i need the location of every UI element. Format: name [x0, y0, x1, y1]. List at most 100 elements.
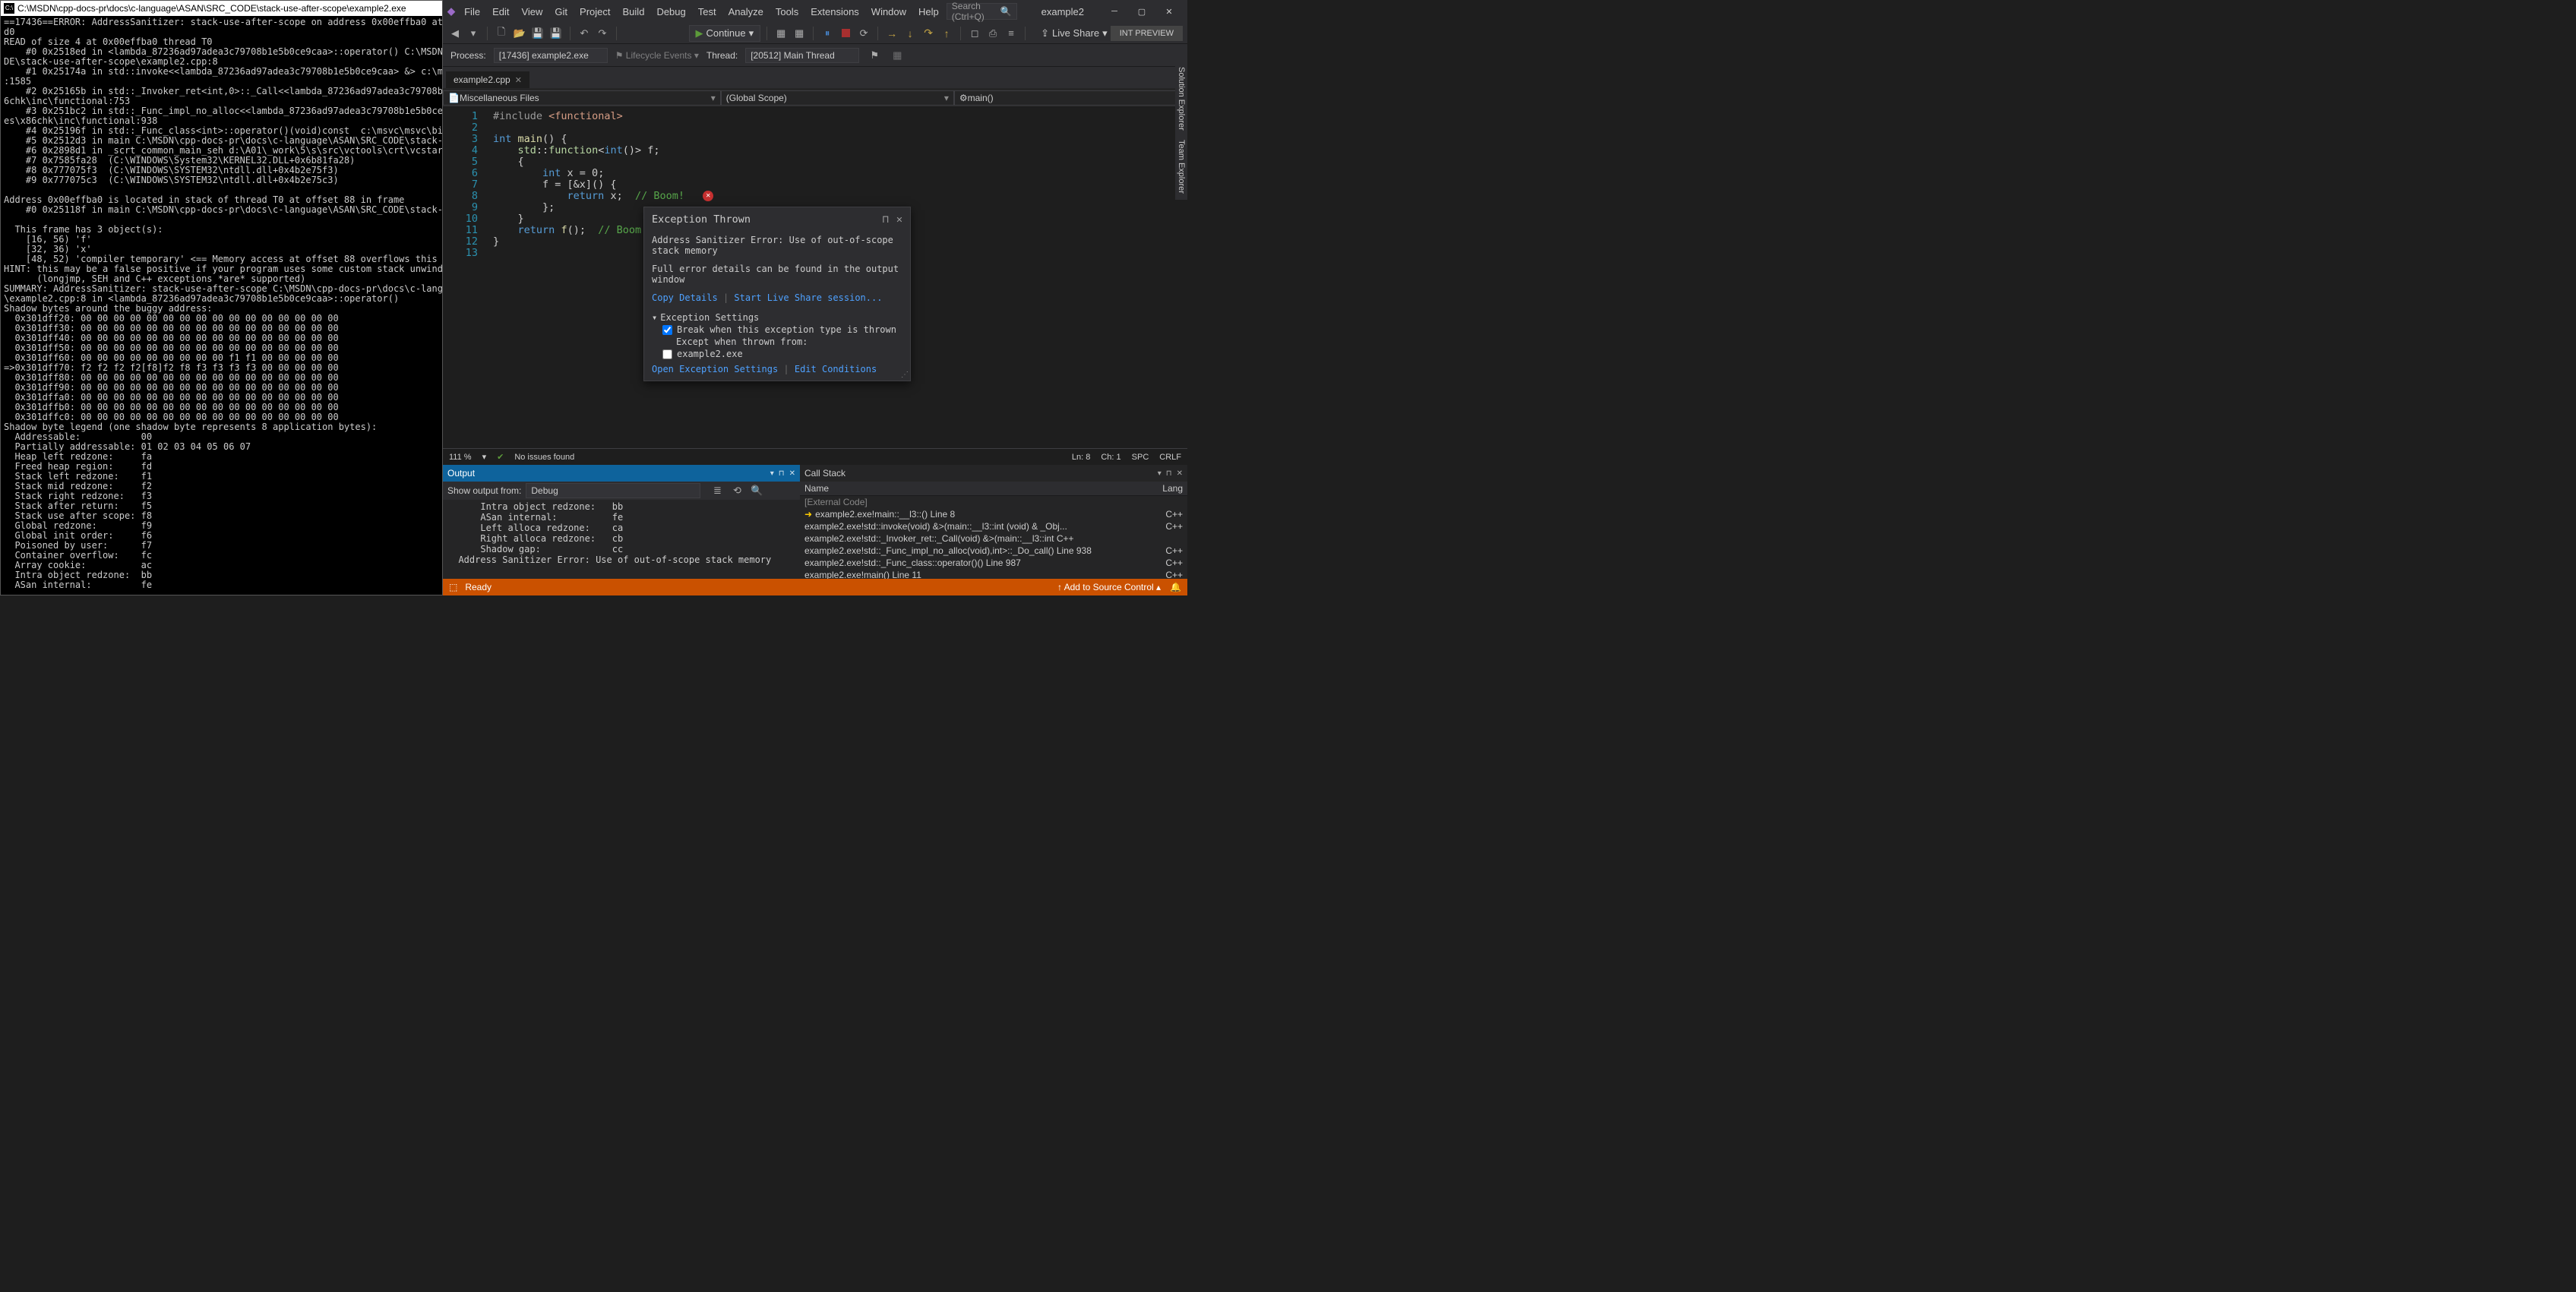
close-icon[interactable]: ✕	[515, 75, 522, 85]
start-live-share-link[interactable]: Start Live Share session...	[734, 292, 882, 303]
error-glyph-icon[interactable]: ✕	[703, 191, 713, 201]
menu-window[interactable]: Window	[865, 3, 912, 21]
callstack-row[interactable]: example2.exe!main() Line 11C++	[800, 569, 1187, 579]
tab-team-explorer[interactable]: Team Explorer	[1177, 140, 1186, 194]
toggle-wrap-icon[interactable]: ⟲	[729, 483, 744, 498]
callstack-row[interactable]: [External Code]	[800, 496, 1187, 508]
step-over-button[interactable]: ↷	[921, 26, 936, 41]
menu-analyze[interactable]: Analyze	[722, 3, 770, 21]
open-button[interactable]: 📂	[512, 26, 527, 41]
close-icon[interactable]: ✕	[1177, 469, 1183, 478]
menu-project[interactable]: Project	[574, 3, 616, 21]
redo-button[interactable]: ↷	[595, 26, 610, 41]
exception-settings-header[interactable]: ▾ Exception Settings	[652, 312, 902, 323]
save-button[interactable]: 💾	[530, 26, 545, 41]
vs-titlebar[interactable]: ◆ File Edit View Git Project Build Debug…	[443, 0, 1187, 23]
source-control-button[interactable]: ↑ Add to Source Control ▴	[1057, 582, 1161, 592]
undo-button[interactable]: ↶	[577, 26, 592, 41]
notifications-icon[interactable]: 🔔	[1170, 582, 1181, 592]
clear-output-icon[interactable]: ≣	[710, 483, 725, 498]
nav-fwd-button[interactable]: ▾	[466, 26, 481, 41]
status-left-icon[interactable]: ⬚	[449, 582, 457, 592]
callstack-row[interactable]: example2.exe!std::_Func_impl_no_alloc(vo…	[800, 545, 1187, 557]
exception-details-hint: Full error details can be found in the o…	[652, 264, 902, 285]
bottom-panels: Output ▾⊓✕ Show output from: Debug ≣ ⟲ 🔍…	[443, 465, 1187, 579]
toolwin2-icon[interactable]: ▦	[792, 26, 807, 41]
show-next-stmt-button[interactable]: →	[884, 26, 899, 41]
new-button[interactable]: 🗋	[494, 26, 509, 41]
callstack-row[interactable]: example2.exe!std::_Invoker_ret::_Call(vo…	[800, 532, 1187, 545]
project-combo[interactable]: 📄 Miscellaneous Files▾	[443, 90, 721, 106]
close-icon[interactable]: ✕	[896, 213, 902, 226]
zoom-chevron-icon[interactable]: ▾	[482, 452, 487, 462]
col-lang[interactable]: Lang	[1162, 483, 1183, 494]
col-name[interactable]: Name	[804, 483, 829, 494]
cmd-icon: C:\	[4, 3, 14, 14]
tab-solution-explorer[interactable]: Solution Explorer	[1177, 67, 1186, 131]
menu-edit[interactable]: Edit	[486, 3, 515, 21]
minimize-button[interactable]: ─	[1101, 1, 1128, 22]
resize-grip-icon[interactable]: ⋰	[901, 371, 909, 379]
menu-help[interactable]: Help	[912, 3, 945, 21]
stop-button[interactable]	[838, 26, 853, 41]
nav-back-button[interactable]: ◀	[447, 26, 463, 41]
step-into-button[interactable]: ↓	[902, 26, 918, 41]
stack-frame-icon[interactable]: ▦	[890, 48, 905, 63]
callstack-row[interactable]: example2.exe!main::__l3::() Line 8C++	[800, 508, 1187, 520]
step-out-button[interactable]: ↑	[939, 26, 954, 41]
edit-conditions-link[interactable]: Edit Conditions	[795, 364, 877, 374]
output-header[interactable]: Output ▾⊓✕	[443, 465, 800, 482]
continue-button[interactable]: ▶ Continue ▾	[689, 25, 761, 42]
callstack-rows[interactable]: [External Code]example2.exe!main::__l3::…	[800, 496, 1187, 579]
menu-build[interactable]: Build	[617, 3, 651, 21]
menu-git[interactable]: Git	[548, 3, 574, 21]
zoom-level[interactable]: 111 %	[449, 453, 472, 462]
callstack-row[interactable]: example2.exe!std::_Func_class::operator(…	[800, 557, 1187, 569]
toolwin1-icon[interactable]: ▦	[773, 26, 789, 41]
dropdown-icon[interactable]: ▾	[1158, 469, 1162, 478]
menu-debug[interactable]: Debug	[650, 3, 691, 21]
menu-tools[interactable]: Tools	[770, 3, 804, 21]
output-source-combo[interactable]: Debug	[526, 483, 700, 498]
search-box[interactable]: Search (Ctrl+Q) 🔍	[947, 3, 1017, 20]
copy-details-link[interactable]: Copy Details	[652, 292, 718, 303]
menu-file[interactable]: File	[458, 3, 486, 21]
pause-button[interactable]: ⏸	[820, 26, 835, 41]
eol-indicator[interactable]: CRLF	[1159, 453, 1181, 462]
dropdown-icon[interactable]: ▾	[770, 469, 774, 478]
tb-extra2-icon[interactable]: ⎙	[985, 26, 1000, 41]
open-exception-settings-link[interactable]: Open Exception Settings	[652, 364, 778, 374]
char-indicator: Ch: 1	[1101, 453, 1120, 462]
except-item-checkbox[interactable]: example2.exe	[652, 347, 902, 361]
pin-icon[interactable]: ⊓	[1166, 469, 1172, 478]
indent-indicator[interactable]: SPC	[1132, 453, 1149, 462]
console-titlebar[interactable]: C:\ C:\MSDN\cpp-docs-pr\docs\c-language\…	[1, 1, 442, 16]
break-when-checkbox[interactable]: Break when this exception type is thrown	[652, 323, 902, 336]
tb-extra3-icon[interactable]: ≡	[1004, 26, 1019, 41]
save-all-button[interactable]: 💾	[548, 26, 564, 41]
callstack-row[interactable]: example2.exe!std::invoke(void) &>(main::…	[800, 520, 1187, 532]
chevron-down-icon: ▾	[749, 27, 754, 39]
output-content[interactable]: Intra object redzone: bb ASan internal: …	[443, 500, 800, 579]
close-button[interactable]: ✕	[1155, 1, 1183, 22]
scope-combo[interactable]: (Global Scope)▾	[721, 90, 954, 106]
tab-example2[interactable]: example2.cpp ✕	[446, 71, 529, 88]
menu-extensions[interactable]: Extensions	[804, 3, 865, 21]
thread-combo[interactable]: [20512] Main Thread	[745, 48, 859, 63]
process-combo[interactable]: [17436] example2.exe	[494, 48, 608, 63]
pin-icon[interactable]: ⊓	[779, 469, 785, 478]
restart-button[interactable]: ⟳	[856, 26, 871, 41]
callstack-header[interactable]: Call Stack ▾⊓✕	[800, 465, 1187, 482]
tb-extra1-icon[interactable]: ◻	[967, 26, 982, 41]
close-icon[interactable]: ✕	[789, 469, 795, 478]
editor-status-strip: 111 % ▾ ✔ No issues found Ln: 8 Ch: 1 SP…	[443, 448, 1187, 465]
menu-test[interactable]: Test	[692, 3, 722, 21]
function-combo[interactable]: ⚙ main()▾	[954, 90, 1187, 106]
live-share-button[interactable]: ⇪ Live Share ▾	[1041, 27, 1108, 39]
find-output-icon[interactable]: 🔍	[749, 483, 764, 498]
pin-icon[interactable]: ⊓	[883, 213, 889, 226]
code-editor[interactable]: 123 456 789 101112 13 #include <function…	[443, 108, 1187, 448]
maximize-button[interactable]: ▢	[1128, 1, 1155, 22]
flag-icon[interactable]: ⚑	[867, 48, 882, 63]
menu-view[interactable]: View	[515, 3, 548, 21]
